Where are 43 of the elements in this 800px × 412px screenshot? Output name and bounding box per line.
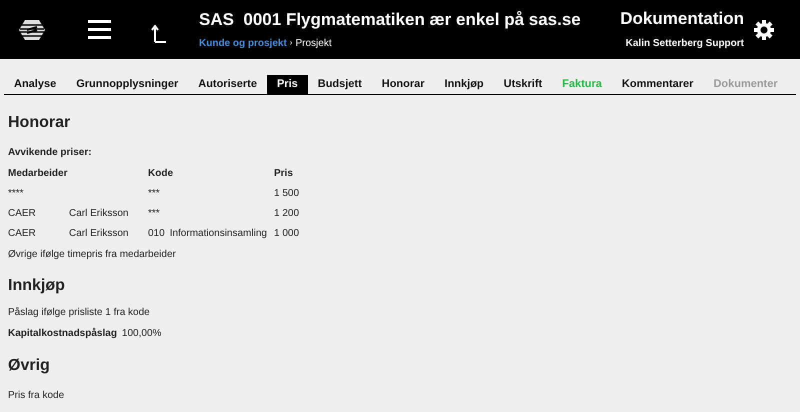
user-name: Kalin Setterberg Support — [626, 36, 744, 50]
column-header: Pris — [274, 168, 293, 179]
breadcrumb-current: Prosjekt — [295, 36, 332, 50]
table-cell: **** — [8, 188, 24, 199]
table-cell-text: 010 — [148, 227, 165, 241]
table-cell: 1 000 — [274, 228, 300, 239]
table-cell-text: Informationsinsamling — [170, 227, 267, 241]
table-cell-text: *** — [148, 207, 160, 221]
tab[interactable]: Autoriserte — [188, 75, 267, 94]
section-heading: Øvrig — [8, 356, 51, 376]
tab[interactable]: Kommentarer — [612, 75, 704, 94]
note-text: Påslag ifølge prisliste 1 fra kode — [8, 306, 151, 320]
tab[interactable]: Pris — [266, 75, 308, 94]
tab[interactable]: Honorar — [372, 75, 435, 94]
up-arrow-icon[interactable] — [151, 24, 167, 42]
project-title: SAS 0001 Flygmatematiken ær enkel på sas.se — [199, 8, 581, 30]
note-text: Øvrige ifølge timepris fra medarbeider — [8, 248, 177, 262]
table-cell: Carl Eriksson — [69, 228, 128, 239]
tab[interactable]: Analyse — [4, 75, 66, 94]
breadcrumb-separator-icon: › — [290, 37, 292, 49]
tab[interactable]: Innkjøp — [434, 75, 494, 94]
section-heading: Honorar — [8, 113, 72, 133]
breadcrumb-link[interactable]: Kunde og prosjekt — [199, 36, 287, 50]
table-cell: CAER — [8, 208, 36, 219]
section-heading: Innkjøp — [8, 276, 66, 296]
tab[interactable]: Grunnopplysninger — [66, 75, 188, 94]
table-cell: Carl Eriksson — [69, 208, 128, 219]
subheading: Avvikende priser: — [8, 146, 93, 160]
note-text: Pris fra kode — [8, 389, 66, 403]
table-cell: 1 500 — [274, 188, 300, 199]
table-cell: CAER — [8, 228, 36, 239]
table-cell-text: *** — [148, 187, 160, 201]
tab[interactable]: Utskrift — [494, 75, 552, 94]
field-label: Kapitalkostnadspåslag — [8, 326, 117, 341]
table-cell: 1 200 — [274, 208, 300, 219]
tab[interactable]: Budsjett — [308, 75, 372, 94]
menu-icon[interactable] — [88, 20, 111, 39]
section-title: Dokumentation — [620, 8, 744, 28]
field-value: 100,00% — [122, 327, 162, 341]
column-header: Medarbeider — [8, 168, 68, 179]
column-header: Kode — [148, 168, 173, 179]
settings-icon[interactable] — [754, 20, 774, 40]
logo-icon[interactable] — [19, 18, 45, 40]
